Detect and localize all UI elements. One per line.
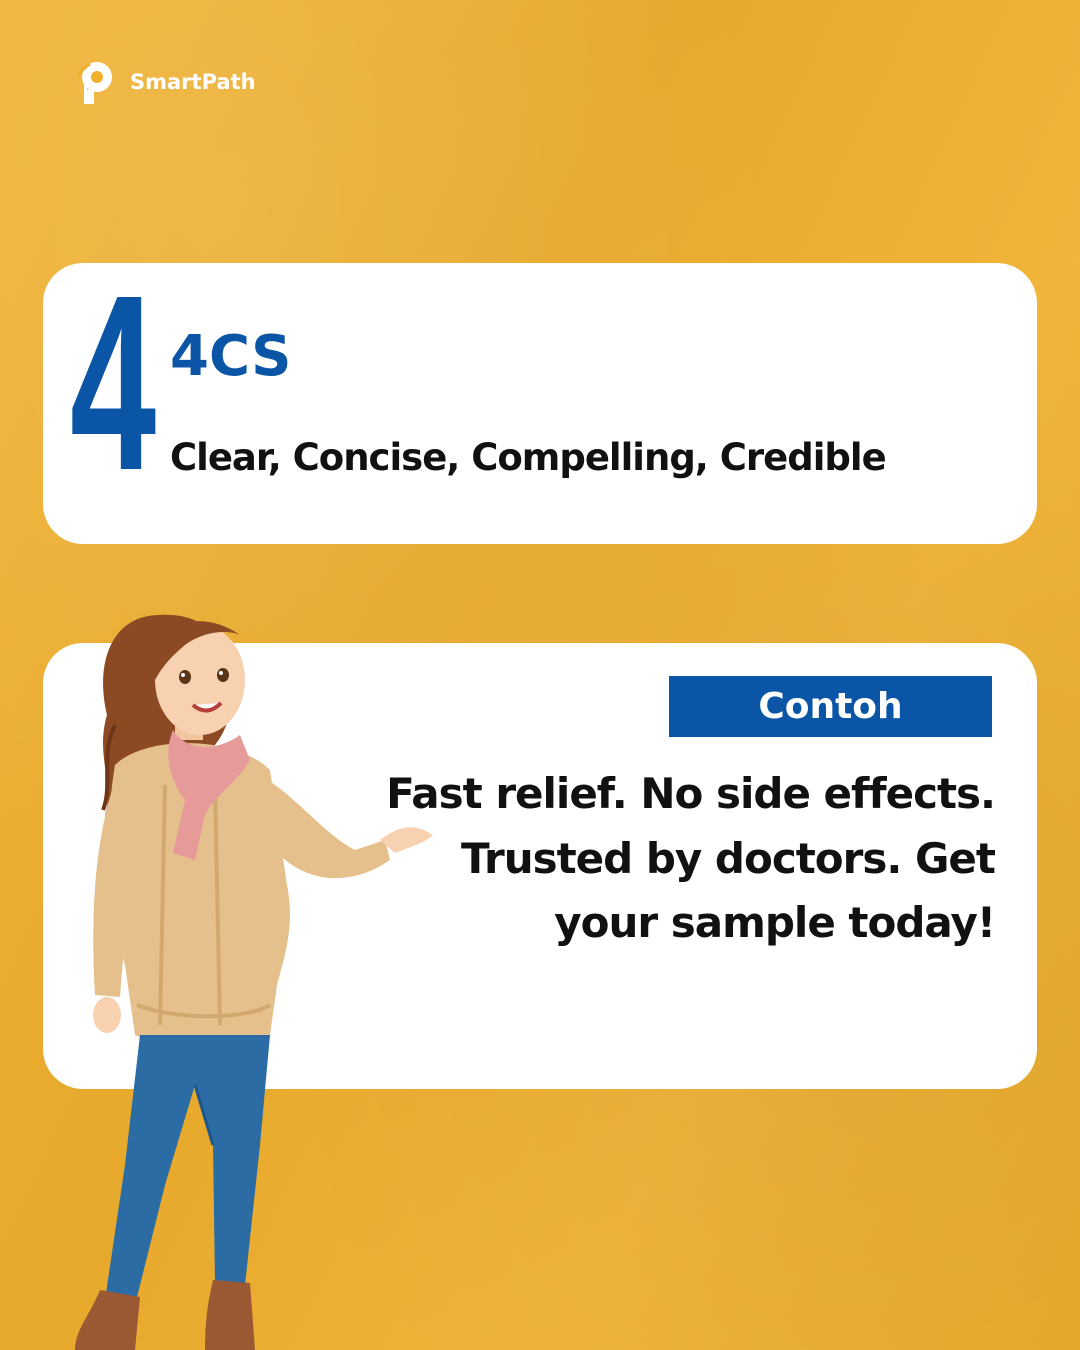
principle-card [43,263,1037,544]
principle-subtitle: Clear, Concise, Compelling, Credible [170,436,887,479]
brand-name: SmartPath [130,70,256,94]
principle-title: 4CS [170,324,292,389]
point-number: 4 [70,243,156,522]
brand: SmartPath [70,58,256,106]
woman-presenting-illustration [75,614,433,1350]
example-text: Fast relief. No side effects. Trusted by… [386,769,996,947]
example-badge: Contoh [669,676,992,737]
path-p-logo-icon [74,62,112,104]
